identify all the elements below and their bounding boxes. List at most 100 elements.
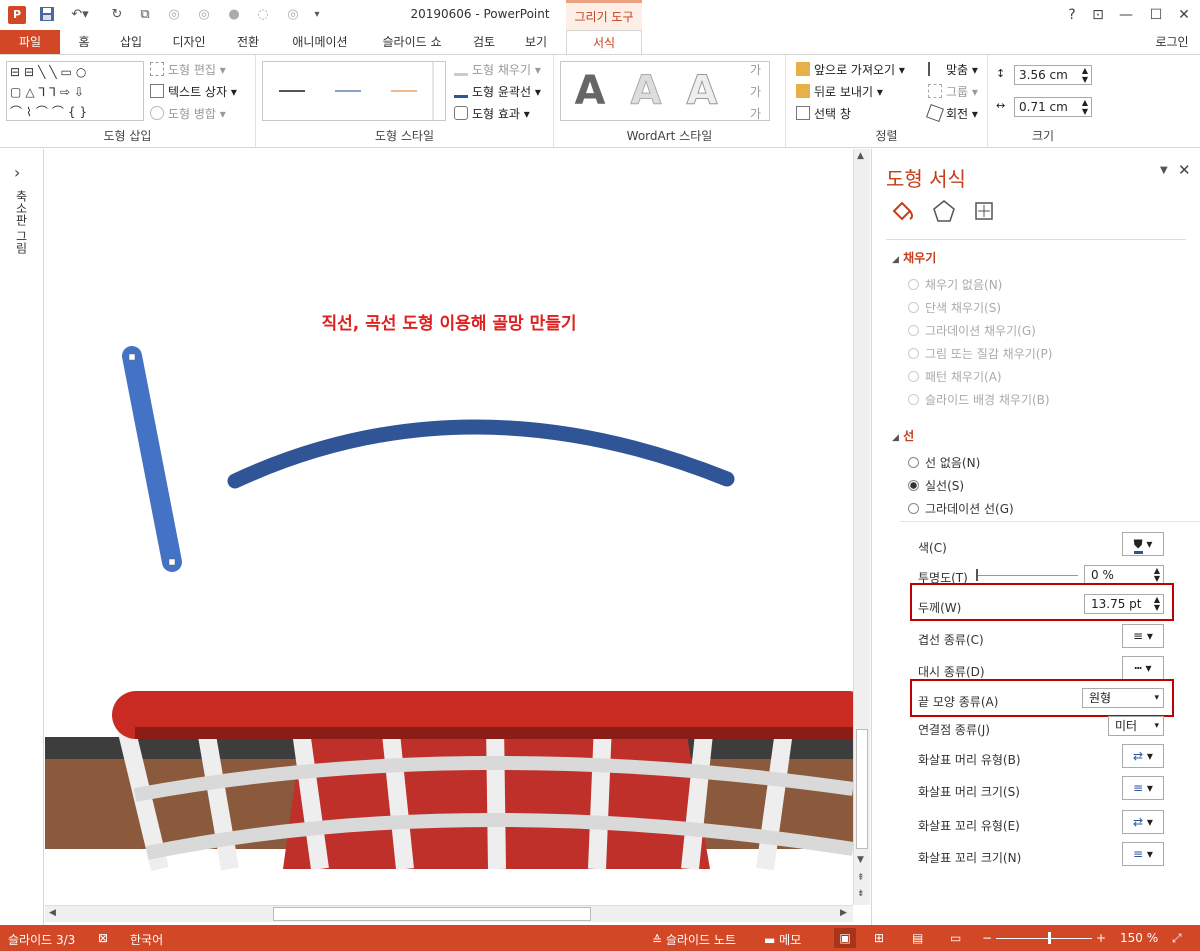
shape-icon-3[interactable]: ● [225, 6, 243, 24]
edit-shape-button[interactable]: 도형 편집 ▾ [150, 61, 226, 79]
shape-height-input[interactable]: 3.56 cm ▲ ▼ [1014, 65, 1092, 85]
transparency-input[interactable]: 0 % ▲ ▼ [1084, 565, 1164, 585]
width-spinner-icon[interactable]: ▲ ▼ [1082, 98, 1088, 116]
effects-pentagon-icon[interactable] [930, 197, 958, 225]
minimize-button[interactable]: — [1114, 5, 1138, 25]
text-outline-icon[interactable]: 가 [750, 83, 761, 101]
slide-canvas[interactable]: 직선, 곡선 도형 이용해 골망 만들기 [45, 149, 853, 905]
line-section-header[interactable]: ◢ 선 [892, 427, 914, 444]
fill-option-gradient[interactable]: 그라데이션 채우기(G) [908, 323, 1036, 339]
shape-icon-4[interactable]: ◌ [254, 6, 272, 24]
help-button[interactable]: ? [1060, 5, 1084, 25]
line-option-gradient[interactable]: 그라데이션 선(G) [908, 501, 1014, 517]
merge-shapes-button[interactable]: 도형 병합 ▾ [150, 105, 226, 123]
compound-type-dropdown[interactable]: ≡ ▾ [1122, 624, 1164, 648]
login-link[interactable]: 로그인 [1152, 30, 1192, 54]
transparency-slider[interactable] [978, 575, 1078, 576]
close-button[interactable]: ✕ [1172, 5, 1196, 25]
begin-arrow-type-dropdown[interactable]: ⇄ ▾ [1122, 744, 1164, 768]
vertical-scroll-thumb[interactable] [856, 729, 868, 849]
group-button[interactable]: 그룹 ▾ [928, 83, 978, 101]
tab-file[interactable]: 파일 [0, 30, 60, 54]
line-option-none[interactable]: 선 없음(N) [908, 455, 980, 471]
line-option-solid[interactable]: 실선(S) [908, 478, 964, 494]
fit-to-window-icon[interactable]: ⤢ [1172, 931, 1182, 946]
previous-slide-icon[interactable]: ⇞ [857, 873, 865, 883]
fill-option-slide-background[interactable]: 슬라이드 배경 채우기(B) [908, 392, 1050, 408]
text-box-button[interactable]: 텍스트 상자 ▾ [150, 83, 237, 101]
fill-option-solid[interactable]: 단색 채우기(S) [908, 300, 1001, 316]
expand-thumbnails-icon[interactable]: › [14, 163, 20, 182]
scroll-down-icon[interactable]: ▼ [857, 855, 864, 865]
zoom-slider[interactable] [996, 938, 1092, 939]
thumbnails-label[interactable]: 축소판 그림 [10, 190, 30, 254]
language-indicator[interactable]: 한국어 [130, 931, 163, 948]
shape-icon-2[interactable]: ◎ [195, 6, 213, 24]
wordart-style-2[interactable]: A [621, 66, 671, 116]
start-from-beginning-icon[interactable]: ⧉ [136, 6, 154, 24]
shape-outline-button[interactable]: 도형 윤곽선 ▾ [454, 83, 541, 101]
tab-transitions[interactable]: 전환 [228, 30, 268, 54]
tab-home[interactable]: 홈 [72, 30, 96, 54]
size-properties-icon[interactable] [970, 197, 998, 225]
transparency-slider-thumb[interactable] [976, 569, 978, 581]
slide-sorter-icon[interactable]: ⊞ [874, 931, 884, 945]
reading-view-icon[interactable]: ▤ [912, 931, 923, 945]
shape-icon-5[interactable]: ◎ [284, 6, 302, 24]
shape-effects-button[interactable]: 도형 효과 ▾ [454, 105, 530, 123]
shapes-gallery[interactable]: ⊟⊟╲╲▭○ ▢△⅂⅂⇨⇩ ⌒⌇⌒⌒{} [6, 61, 144, 121]
tab-design[interactable]: 디자인 [164, 30, 214, 54]
transparency-spinner-icon[interactable]: ▲ ▼ [1154, 567, 1160, 583]
scroll-right-icon[interactable]: ▶ [840, 908, 847, 918]
fill-option-picture[interactable]: 그림 또는 질감 채우기(P) [908, 346, 1052, 362]
undo-icon[interactable]: ↶▾ [66, 6, 94, 24]
shape-styles-gallery[interactable] [262, 61, 446, 121]
spelling-check-icon[interactable]: ⊠ [98, 931, 108, 945]
join-type-dropdown[interactable]: 미터 ▾ [1108, 716, 1164, 736]
horizontal-scroll-thumb[interactable] [273, 907, 591, 921]
fill-and-line-icon[interactable] [888, 197, 916, 225]
fill-option-none[interactable]: 채우기 없음(N) [908, 277, 1002, 293]
begin-arrow-size-dropdown[interactable]: ≡ ▾ [1122, 776, 1164, 800]
send-backward-button[interactable]: 뒤로 보내기 ▾ [796, 83, 883, 101]
redo-icon[interactable]: ↻ [108, 6, 126, 24]
shape-width-input[interactable]: 0.71 cm ▲ ▼ [1014, 97, 1092, 117]
zoom-slider-thumb[interactable] [1048, 932, 1051, 944]
shape-fill-button[interactable]: 도형 채우기 ▾ [454, 61, 541, 79]
save-icon[interactable] [38, 6, 56, 24]
customize-quick-access-icon[interactable]: ▾ [308, 6, 326, 24]
normal-view-icon[interactable]: ▣ [834, 928, 856, 948]
text-effects-icon[interactable]: 가 [750, 105, 761, 123]
scroll-up-icon[interactable]: ▲ [857, 151, 864, 161]
tab-view[interactable]: 보기 [516, 30, 556, 54]
rotate-button[interactable]: 회전 ▾ [926, 104, 978, 123]
scroll-left-icon[interactable]: ◀ [49, 908, 56, 918]
tab-slideshow[interactable]: 슬라이드 쇼 [372, 30, 452, 54]
shape-icon-1[interactable]: ◎ [165, 6, 183, 24]
ribbon-display-options-button[interactable]: ⊡ [1086, 5, 1110, 25]
slideshow-icon[interactable]: ▭ [950, 931, 961, 945]
maximize-button[interactable]: ☐ [1144, 5, 1168, 25]
next-slide-icon[interactable]: ⇟ [857, 889, 865, 899]
zoom-in-icon[interactable]: + [1096, 931, 1106, 945]
wordart-style-3[interactable]: A [677, 66, 727, 116]
horizontal-scrollbar[interactable]: ◀ ▶ [45, 905, 853, 922]
bring-forward-button[interactable]: 앞으로 가져오기 ▾ [796, 61, 905, 79]
line-color-picker[interactable]: ⛊ ▾ [1122, 532, 1164, 556]
comments-button[interactable]: ▬ 메모 [764, 931, 801, 948]
zoom-level[interactable]: 150 % [1120, 931, 1158, 945]
dash-type-dropdown[interactable]: ┅ ▾ [1122, 656, 1164, 680]
wordart-gallery[interactable]: A A A [560, 61, 770, 121]
end-arrow-size-dropdown[interactable]: ≡ ▾ [1122, 842, 1164, 866]
tab-animations[interactable]: 애니메이션 [280, 30, 360, 54]
wordart-style-1[interactable]: A [565, 66, 615, 116]
end-arrow-type-dropdown[interactable]: ⇄ ▾ [1122, 810, 1164, 834]
tab-review[interactable]: 검토 [464, 30, 504, 54]
zoom-out-icon[interactable]: − [982, 931, 992, 945]
fill-option-pattern[interactable]: 패턴 채우기(A) [908, 369, 1002, 385]
notes-button[interactable]: ≙ 슬라이드 노트 [652, 931, 736, 948]
vertical-scrollbar[interactable]: ▲ ▼ ⇞ ⇟ [853, 149, 870, 905]
selection-pane-button[interactable]: 선택 창 [796, 105, 851, 123]
fill-section-header[interactable]: ◢ 채우기 [892, 249, 936, 266]
text-fill-icon[interactable]: 가 [750, 61, 761, 79]
